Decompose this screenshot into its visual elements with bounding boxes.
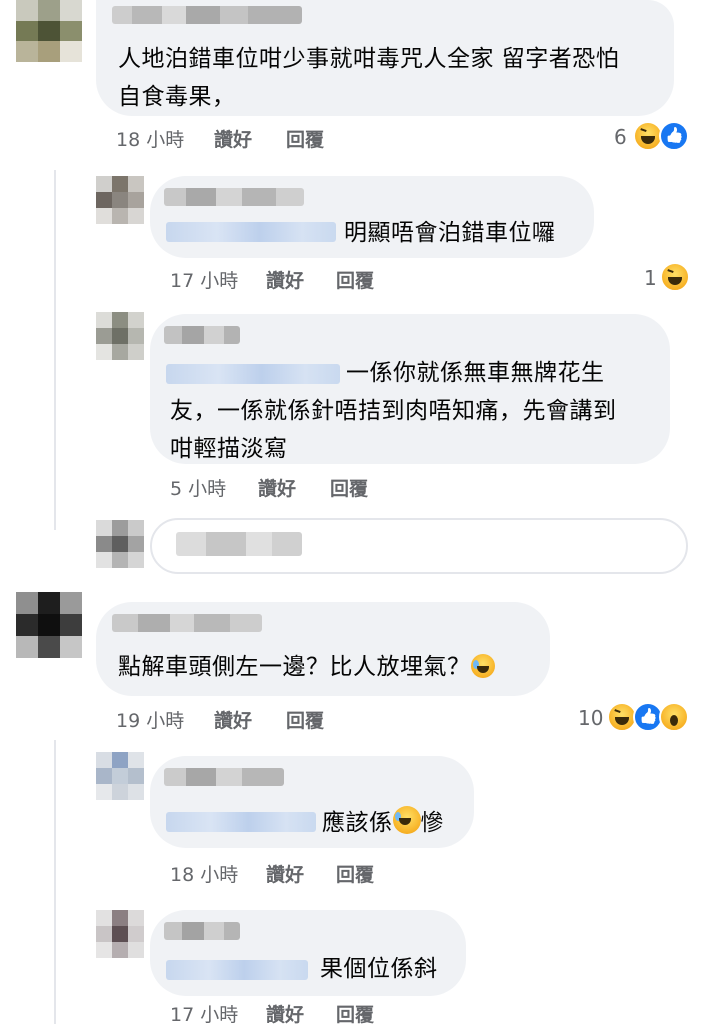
comment-timestamp[interactable]: 5 小時 <box>170 474 226 501</box>
haha-icon[interactable] <box>660 262 690 292</box>
like-button[interactable]: 讚好 <box>214 125 252 152</box>
avatar[interactable] <box>96 176 144 224</box>
reply-text: 一係你就係無車無牌花生 友，一係就係針唔拮到肉唔知痛，先會講到 咁輕描淡寫 <box>170 360 617 462</box>
avatar[interactable] <box>16 592 82 658</box>
avatar[interactable] <box>16 0 82 62</box>
reply-placeholder-blurred <box>176 532 302 556</box>
avatar[interactable] <box>96 752 144 800</box>
like-button[interactable]: 讚好 <box>266 266 304 293</box>
wow-icon[interactable] <box>659 702 689 732</box>
comment-timestamp[interactable]: 18 小時 <box>170 860 238 887</box>
avatar[interactable] <box>96 312 144 360</box>
reply-text: 果個位係斜 <box>320 956 438 982</box>
thread-line <box>54 170 56 530</box>
reply-text: 明顯唔會泊錯車位囉 <box>344 220 556 246</box>
commenter-name-blurred[interactable] <box>164 768 284 786</box>
reaction-count[interactable]: 6 <box>614 125 627 149</box>
reaction-count[interactable]: 1 <box>644 266 657 290</box>
commenter-name-blurred[interactable] <box>112 614 262 632</box>
mention-tag-blurred[interactable] <box>166 960 308 980</box>
reply-button[interactable]: 回覆 <box>336 266 374 293</box>
commenter-name-blurred[interactable] <box>164 326 240 344</box>
crying-laughing-icon <box>392 806 421 834</box>
reply-button[interactable]: 回覆 <box>336 1000 374 1027</box>
reply-button[interactable]: 回覆 <box>330 474 368 501</box>
like-button[interactable]: 讚好 <box>258 474 296 501</box>
comment-text: 點解車頭側左一邊？比人放埋氣？ <box>118 648 495 686</box>
avatar[interactable] <box>96 910 144 958</box>
comment-timestamp[interactable]: 17 小時 <box>170 266 238 293</box>
like-icon[interactable] <box>659 121 689 151</box>
reply-button[interactable]: 回覆 <box>336 860 374 887</box>
like-button[interactable]: 讚好 <box>266 1000 304 1027</box>
like-button[interactable]: 讚好 <box>214 706 252 733</box>
commenter-name-blurred[interactable] <box>164 922 240 940</box>
reaction-count[interactable]: 10 <box>578 706 603 730</box>
commenter-name-blurred[interactable] <box>164 188 304 206</box>
reply-button[interactable]: 回覆 <box>286 706 324 733</box>
reply-button[interactable]: 回覆 <box>286 125 324 152</box>
like-button[interactable]: 讚好 <box>266 860 304 887</box>
crying-laughing-icon <box>470 654 495 678</box>
reply-text: 應該係慘 <box>322 804 444 842</box>
commenter-name-blurred[interactable] <box>112 6 302 24</box>
comment-timestamp[interactable]: 19 小時 <box>116 706 184 733</box>
thread-line <box>54 740 56 1024</box>
comment-timestamp[interactable]: 18 小時 <box>116 125 184 152</box>
comment-timestamp[interactable]: 17 小時 <box>170 1000 238 1027</box>
comment-text: 人地泊錯車位咁少事就咁毒咒人全家 留字者恐怕 自食毒果， <box>118 46 620 110</box>
mention-tag-blurred[interactable] <box>166 222 336 242</box>
my-avatar <box>96 520 144 568</box>
mention-tag-blurred[interactable] <box>166 812 316 832</box>
